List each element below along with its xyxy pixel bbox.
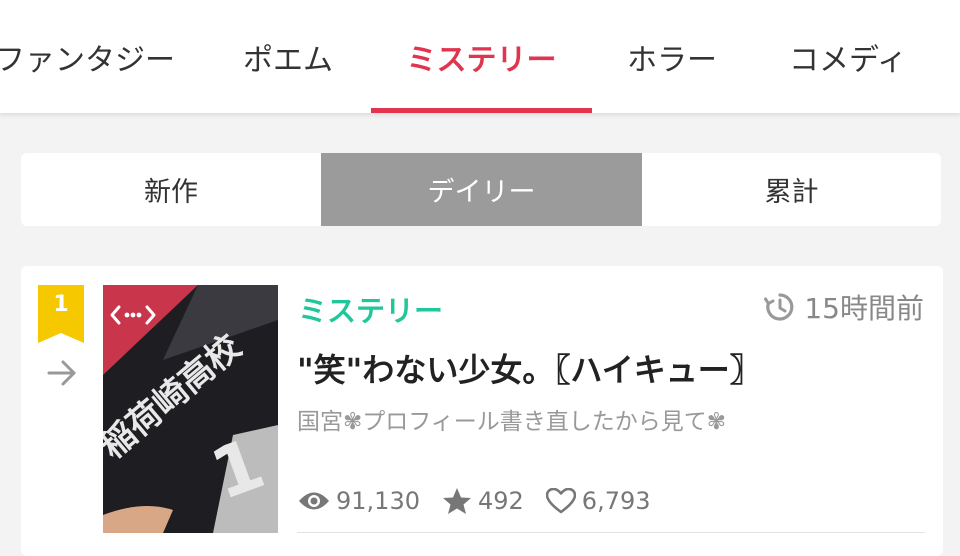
clock-icon: [764, 293, 794, 321]
tab-label: ミステリー: [406, 42, 557, 78]
views-count: 91,130: [336, 487, 420, 515]
stars-count: 492: [477, 487, 524, 515]
tab-fantasy[interactable]: ファンタジー: [0, 0, 178, 113]
tab-label: ポエム: [243, 42, 333, 78]
card-divider: [297, 532, 925, 533]
segment-label: 累計: [764, 177, 819, 208]
likes-stat: 6,793: [545, 487, 651, 515]
tab-mystery[interactable]: ミステリー: [371, 0, 592, 113]
segment-label: デイリー: [427, 177, 536, 208]
arrow-right-icon[interactable]: [46, 358, 78, 388]
story-stats: 91,130 492 6,793: [298, 487, 673, 515]
ranking-segment: 新作 デイリー 累計: [21, 153, 941, 226]
tab-label: ホラー: [627, 42, 717, 78]
segment-total[interactable]: 累計: [642, 153, 941, 226]
heart-icon: [545, 488, 576, 514]
segment-label: 新作: [144, 177, 198, 208]
segment-daily[interactable]: デイリー: [321, 153, 642, 226]
star-icon: [442, 488, 471, 514]
tab-horror[interactable]: ホラー: [612, 0, 732, 113]
story-title[interactable]: "笑"わない少女。〖ハイキュー〗: [297, 345, 762, 391]
rank-number: 1: [53, 292, 69, 317]
tab-poem[interactable]: ポエム: [228, 0, 348, 113]
posted-time: 15時間前: [764, 287, 924, 327]
likes-count: 6,793: [581, 487, 651, 515]
expand-code-icon: [110, 305, 156, 325]
category-nav: ファンタジー ポエム ミステリー ホラー コメディ: [0, 0, 960, 113]
genre-label: ミステリー: [298, 294, 444, 328]
views-stat: 91,130: [298, 487, 420, 515]
segment-new[interactable]: 新作: [21, 153, 321, 226]
tab-label: コメディ: [789, 42, 907, 78]
tab-comedy[interactable]: コメディ: [778, 0, 918, 113]
tab-label: ファンタジー: [0, 42, 175, 78]
story-thumbnail[interactable]: 稲荷崎高校 1: [103, 285, 278, 533]
stars-stat: 492: [442, 487, 524, 515]
time-ago-text: 15時間前: [804, 292, 924, 325]
eye-icon: [299, 492, 329, 510]
author-name[interactable]: 国宮✾プロフィール書き直したから見て✾: [297, 402, 726, 436]
active-tab-indicator: [371, 108, 592, 113]
